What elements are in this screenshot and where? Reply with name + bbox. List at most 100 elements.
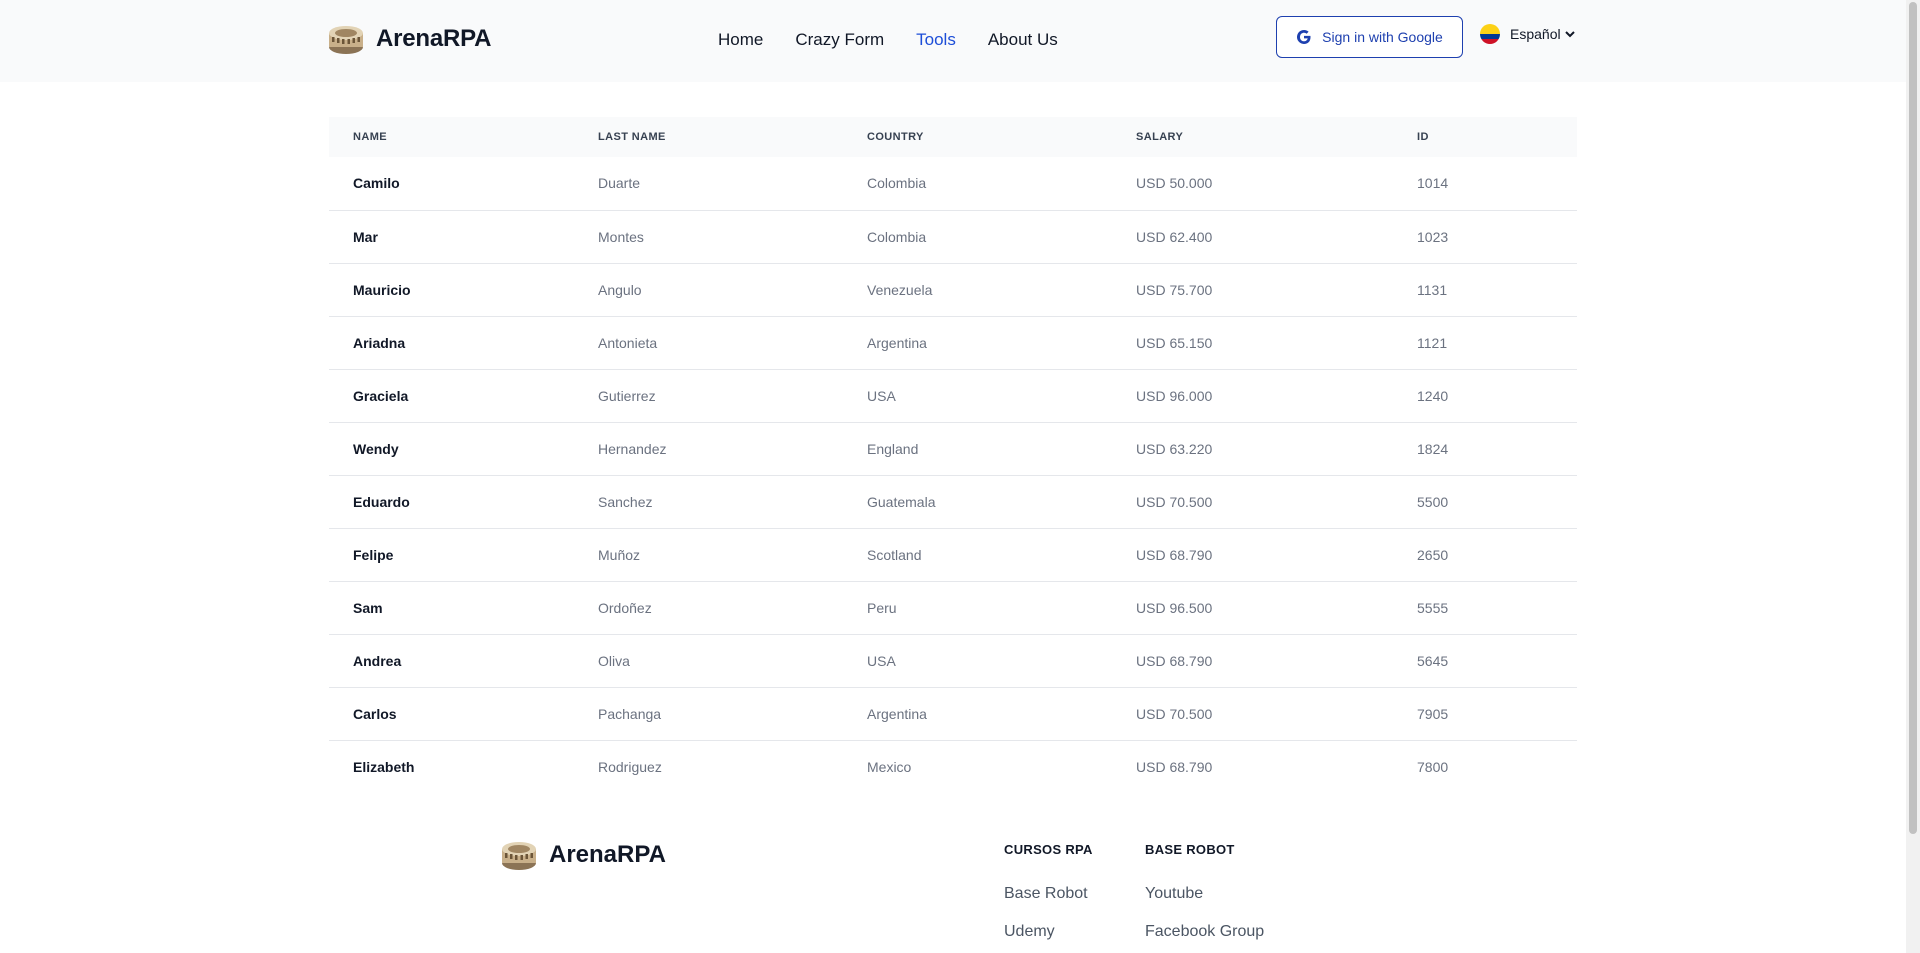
employees-table-container: NAME LAST NAME COUNTRY SALARY ID Camilo D… — [329, 117, 1577, 793]
cell-salary: USD 68.790 — [1136, 652, 1213, 669]
cell-country: Guatemala — [867, 493, 936, 510]
scrollbar-thumb[interactable] — [1909, 2, 1917, 834]
table-row: Mar Montes Colombia USD 62.400 1023 — [329, 210, 1577, 263]
cell-id: 1121 — [1417, 334, 1448, 351]
cell-last-name: Ordoñez — [598, 599, 652, 616]
table-row: Carlos Pachanga Argentina USD 70.500 7905 — [329, 687, 1577, 740]
cell-name: Graciela — [353, 387, 409, 404]
cell-salary: USD 96.000 — [1136, 387, 1213, 404]
coliseum-logo-icon — [329, 26, 363, 54]
cell-name: Felipe — [353, 546, 394, 563]
cell-name: Wendy — [353, 440, 399, 457]
cell-id: 2650 — [1417, 546, 1449, 563]
cell-salary: USD 96.500 — [1136, 599, 1213, 616]
header-id: ID — [1417, 131, 1429, 143]
main-nav: Home Crazy Form Tools About Us — [718, 30, 1058, 50]
table-row: Camilo Duarte Colombia USD 50.000 1014 — [329, 157, 1577, 210]
cell-last-name: Duarte — [598, 175, 641, 192]
brand-logo[interactable]: ArenaRPA — [328, 23, 492, 55]
cell-salary: USD 70.500 — [1136, 705, 1213, 722]
cell-last-name: Muñoz — [598, 546, 641, 563]
cell-salary: USD 63.220 — [1136, 440, 1213, 457]
table-row: Felipe Muñoz Scotland USD 68.790 2650 — [329, 528, 1577, 581]
colombia-flag-icon — [1480, 24, 1500, 44]
cell-last-name: Antonieta — [598, 334, 658, 351]
cell-last-name: Sanchez — [598, 493, 653, 510]
footer-column-title: CURSOS RPA — [1004, 842, 1093, 857]
page: ArenaRPA Home Crazy Form Tools About Us … — [0, 0, 1920, 953]
nav-crazy-form[interactable]: Crazy Form — [795, 30, 884, 50]
cell-id: 7800 — [1417, 758, 1449, 775]
table-row: Mauricio Angulo Venezuela USD 75.700 1131 — [329, 263, 1577, 316]
cell-country: Peru — [867, 599, 897, 616]
cell-id: 1014 — [1417, 175, 1449, 192]
cell-country: Argentina — [867, 334, 927, 351]
footer-column-base-robot: BASE ROBOT Youtube Facebook Group — [1145, 842, 1264, 953]
cell-last-name: Rodriguez — [598, 758, 662, 775]
cell-name: Andrea — [353, 652, 402, 669]
cell-id: 5500 — [1417, 493, 1449, 510]
cell-name: Sam — [353, 599, 383, 616]
cell-last-name: Pachanga — [598, 705, 662, 722]
cell-country: Venezuela — [867, 281, 933, 298]
header-country: COUNTRY — [867, 131, 924, 143]
footer-column-title: BASE ROBOT — [1145, 842, 1235, 857]
cell-name: Eduardo — [353, 493, 410, 510]
cell-id: 1824 — [1417, 440, 1449, 457]
footer-link-base-robot[interactable]: Base Robot — [1004, 885, 1093, 903]
cell-country: Scotland — [867, 546, 922, 563]
table-row: Graciela Gutierrez USA USD 96.000 1240 — [329, 369, 1577, 422]
sign-in-label: Sign in with Google — [1322, 29, 1443, 45]
cell-last-name: Oliva — [598, 652, 630, 669]
header-name: NAME — [353, 131, 387, 143]
table-row: Ariadna Antonieta Argentina USD 65.150 1121 — [329, 316, 1577, 369]
table-row: Eduardo Sanchez Guatemala USD 70.500 5500 — [329, 475, 1577, 528]
cell-name: Carlos — [353, 705, 397, 722]
nav-home[interactable]: Home — [718, 30, 763, 50]
table-body: Camilo Duarte Colombia USD 50.000 1014 Mar Mon… — [329, 157, 1577, 793]
table-row: Andrea Oliva USA USD 68.790 5645 — [329, 634, 1577, 687]
header-last-name: LAST NAME — [598, 131, 666, 143]
table-row: Wendy Hernandez England USD 63.220 1824 — [329, 422, 1577, 475]
cell-last-name: Hernandez — [598, 440, 667, 457]
cell-id: 1023 — [1417, 228, 1449, 245]
cell-name: Mar — [353, 228, 378, 245]
cell-country: USA — [867, 652, 896, 669]
table-row: Elizabeth Rodriguez Mexico USD 68.790 7800 — [329, 740, 1577, 793]
footer-brand-name: ArenaRPA — [549, 841, 666, 868]
cell-country: Argentina — [867, 705, 927, 722]
cell-salary: USD 68.790 — [1136, 758, 1213, 775]
cell-last-name: Angulo — [598, 281, 642, 298]
footer-link-facebook-group[interactable]: Facebook Group — [1145, 923, 1264, 941]
cell-last-name: Montes — [598, 228, 644, 245]
cell-salary: USD 68.790 — [1136, 546, 1213, 563]
footer-brand-logo[interactable]: ArenaRPA — [501, 839, 666, 871]
cell-id: 1131 — [1417, 281, 1448, 298]
footer-link-youtube[interactable]: Youtube — [1145, 885, 1264, 903]
cell-name: Elizabeth — [353, 758, 415, 775]
cell-name: Mauricio — [353, 281, 411, 298]
cell-country: Colombia — [867, 175, 927, 192]
nav-about-us[interactable]: About Us — [988, 30, 1058, 50]
google-icon — [1297, 30, 1311, 44]
table-row: Sam Ordoñez Peru USD 96.500 5555 — [329, 581, 1577, 634]
header-salary: SALARY — [1136, 131, 1184, 143]
employees-table: NAME LAST NAME COUNTRY SALARY ID Camilo D… — [329, 117, 1577, 793]
sign-in-with-google-button[interactable]: Sign in with Google — [1276, 16, 1463, 58]
footer-column-cursos-rpa: CURSOS RPA Base Robot Udemy — [1004, 842, 1093, 953]
footer-link-udemy[interactable]: Udemy — [1004, 923, 1093, 941]
cell-id: 7905 — [1417, 705, 1449, 722]
cell-id: 1240 — [1417, 387, 1449, 404]
cell-country: Mexico — [867, 758, 912, 775]
chevron-down-icon — [1564, 31, 1575, 38]
nav-tools[interactable]: Tools — [916, 30, 956, 50]
cell-salary: USD 65.150 — [1136, 334, 1213, 351]
cell-last-name: Gutierrez — [598, 387, 656, 404]
cell-country: USA — [867, 387, 896, 404]
cell-salary: USD 50.000 — [1136, 175, 1213, 192]
cell-salary: USD 62.400 — [1136, 228, 1213, 245]
language-label: Español — [1510, 26, 1561, 42]
cell-salary: USD 70.500 — [1136, 493, 1213, 510]
cell-salary: USD 75.700 — [1136, 281, 1213, 298]
language-selector[interactable]: Español — [1480, 24, 1575, 44]
